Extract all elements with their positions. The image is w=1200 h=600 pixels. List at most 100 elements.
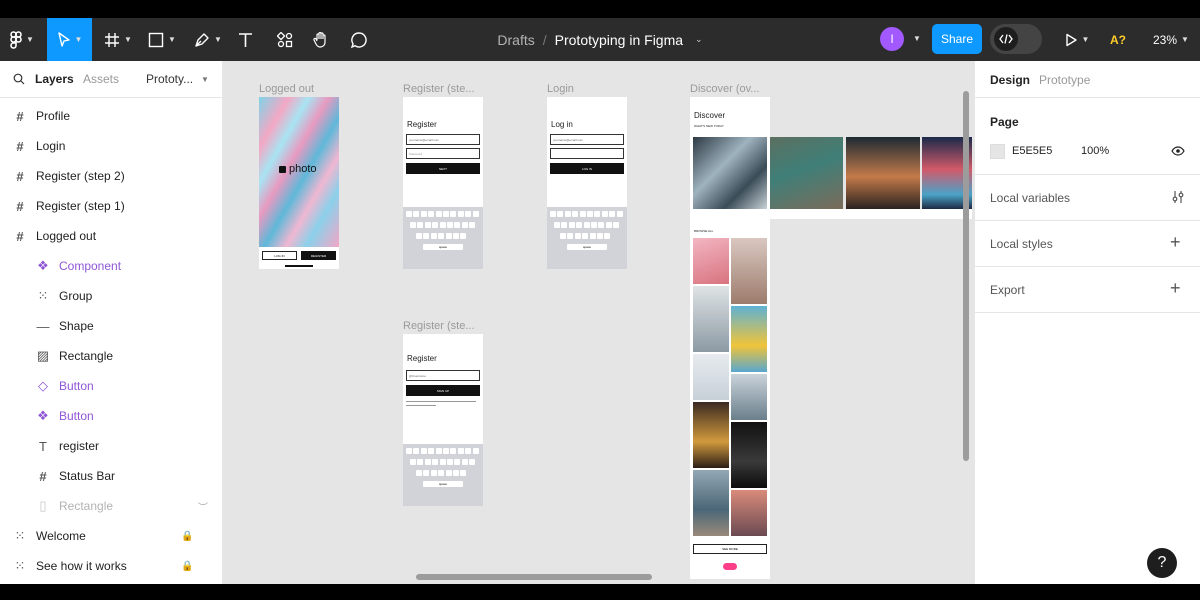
hidden-eye-icon[interactable]: ︶ — [198, 499, 208, 514]
frame-label-register-2[interactable]: Register (ste... — [403, 320, 475, 332]
login-button[interactable]: LOG IN — [262, 251, 297, 260]
layer-row[interactable]: Tregister — [0, 431, 222, 461]
grid-photo[interactable] — [731, 374, 767, 420]
frame-tool-button[interactable]: ▼ — [100, 18, 136, 61]
export-section[interactable]: Export + — [975, 267, 1200, 313]
layer-row[interactable]: ▯ Rectangle ︶ — [0, 491, 222, 521]
local-styles-section[interactable]: Local styles + — [975, 221, 1200, 267]
grid-photo[interactable] — [693, 238, 729, 284]
terms-text-line — [406, 405, 436, 406]
page-color-value[interactable]: E5E5E5 — [1012, 145, 1052, 157]
vertical-scrollbar[interactable] — [963, 91, 969, 461]
comment-tool-button[interactable] — [348, 18, 370, 61]
hand-tool-button[interactable] — [310, 18, 332, 61]
search-icon[interactable] — [13, 73, 25, 85]
help-button[interactable]: ? — [1147, 548, 1177, 578]
eye-icon[interactable] — [1171, 146, 1185, 156]
frame-register-step-2[interactable]: Register @Username SIGN UP space — [403, 334, 483, 506]
canvas[interactable]: Logged out Register (ste... Login Discov… — [223, 61, 974, 584]
share-button[interactable]: Share — [932, 24, 982, 54]
lock-icon[interactable]: 🔒 — [181, 561, 193, 572]
add-style-icon[interactable]: + — [1170, 232, 1181, 253]
file-name[interactable]: Prototyping in Figma — [555, 32, 683, 48]
featured-photo[interactable] — [846, 137, 920, 209]
page-color-swatch[interactable] — [990, 144, 1005, 159]
page-selector[interactable]: Prototy... — [146, 72, 193, 86]
layer-row[interactable]: ◇ Button — [0, 371, 222, 401]
layer-row[interactable]: ▨ Rectangle — [0, 341, 222, 371]
avatar[interactable]: I — [880, 27, 904, 51]
grid-photo[interactable] — [693, 470, 729, 536]
shape-tool-button[interactable]: ▼ — [144, 18, 180, 61]
layer-label: Shape — [59, 319, 94, 333]
layer-row[interactable]: # Logged out — [0, 221, 222, 251]
email-field[interactable]: yourname@email.com — [550, 134, 624, 145]
breadcrumb-drafts[interactable]: Drafts — [497, 32, 534, 48]
frame-label-register-1[interactable]: Register (ste... — [403, 83, 475, 95]
layer-row[interactable]: ⁙ Group — [0, 281, 222, 311]
register-button[interactable]: REGISTER — [301, 251, 336, 260]
main-menu-button[interactable]: ▼ — [0, 18, 44, 61]
layer-row[interactable]: ⁙ Welcome 🔒 — [0, 521, 222, 551]
grid-photo[interactable] — [693, 402, 729, 468]
signup-button[interactable]: SIGN UP — [406, 385, 480, 396]
frame-logged-out[interactable]: photo LOG IN REGISTER — [259, 97, 339, 269]
layer-row[interactable]: # Login — [0, 131, 222, 161]
layer-label: Register (step 2) — [36, 169, 125, 183]
add-export-icon[interactable]: + — [1170, 278, 1181, 299]
layer-row[interactable]: # Register (step 2) — [0, 161, 222, 191]
pen-tool-button[interactable]: ▼ — [190, 18, 226, 61]
grid-photo[interactable] — [731, 306, 767, 372]
layer-row[interactable]: # Register (step 1) — [0, 191, 222, 221]
frame-label-login[interactable]: Login — [547, 83, 574, 95]
frame-login[interactable]: Log in yourname@email.com LOG IN space — [547, 97, 627, 269]
grid-photo[interactable] — [693, 354, 729, 400]
frame-label-logged-out[interactable]: Logged out — [259, 83, 314, 95]
page-opacity-value[interactable]: 100% — [1081, 145, 1109, 157]
move-tool-button[interactable]: ▼ — [47, 18, 92, 61]
layer-row[interactable]: — Shape — [0, 311, 222, 341]
frame-label-discover[interactable]: Discover (ov... — [690, 83, 759, 95]
local-variables-section[interactable]: Local variables — [975, 175, 1200, 221]
tab-prototype[interactable]: Prototype — [1039, 73, 1090, 87]
password-field[interactable]: Password — [406, 148, 480, 159]
layer-row[interactable]: ❖ Component — [0, 251, 222, 281]
tab-design[interactable]: Design — [990, 73, 1030, 87]
page-section: Page — [975, 98, 1200, 175]
grid-photo[interactable] — [731, 490, 767, 536]
chevron-down-icon[interactable]: ⌄ — [695, 34, 703, 45]
email-field[interactable]: yourname@email.com — [406, 134, 480, 145]
password-field[interactable] — [550, 148, 624, 159]
login-submit-button[interactable]: LOG IN — [550, 163, 624, 174]
featured-photo[interactable] — [770, 137, 843, 209]
layer-row[interactable]: ❖ Button — [0, 401, 222, 431]
keyboard-key — [450, 448, 457, 454]
featured-photo[interactable] — [693, 137, 767, 209]
horizontal-scrollbar[interactable] — [416, 574, 652, 580]
frame-icon: # — [39, 468, 47, 484]
chevron-down-icon[interactable]: ▼ — [201, 75, 209, 84]
grid-photo[interactable] — [731, 238, 767, 304]
grid-photo[interactable] — [731, 422, 767, 488]
layer-row[interactable]: # Status Bar — [0, 461, 222, 491]
grid-photo[interactable] — [693, 286, 729, 352]
dev-mode-toggle[interactable] — [990, 24, 1042, 54]
present-button[interactable]: ▼ — [1062, 18, 1092, 61]
text-tool-button[interactable] — [234, 18, 256, 61]
layer-row[interactable]: ⁙ See how it works 🔒 — [0, 551, 222, 581]
layer-row[interactable]: # Profile — [0, 101, 222, 131]
accessibility-button[interactable]: A? — [1110, 18, 1126, 61]
tabbar-active-icon[interactable] — [723, 563, 737, 570]
next-button[interactable]: NEXT — [406, 163, 480, 174]
chevron-down-icon[interactable]: ▼ — [913, 34, 921, 43]
see-more-button[interactable]: SEE MORE — [693, 544, 767, 554]
frame-register-step-1[interactable]: Register yourname@email.com Password NEX… — [403, 97, 483, 269]
username-field[interactable]: @Username — [406, 370, 480, 381]
frame-discover[interactable]: Discover WHAT'S NEW TODAY BROWSE ALL SEE… — [690, 97, 972, 579]
tab-layers[interactable]: Layers — [35, 72, 74, 86]
lock-icon[interactable]: 🔒 — [181, 531, 193, 542]
resources-button[interactable] — [274, 18, 296, 61]
tab-assets[interactable]: Assets — [83, 72, 119, 86]
variables-icon[interactable] — [1171, 190, 1185, 204]
zoom-menu[interactable]: 23% ▼ — [1153, 18, 1189, 61]
